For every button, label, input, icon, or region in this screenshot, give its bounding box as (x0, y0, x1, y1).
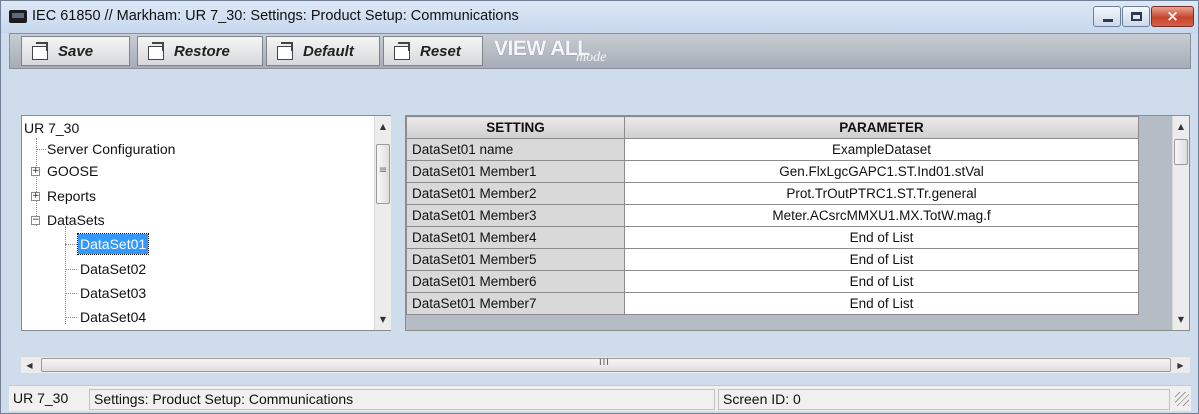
scroll-left-icon[interactable]: ◀ (21, 357, 38, 374)
restore-button[interactable]: Restore (137, 36, 263, 66)
status-device: UR 7_30 (13, 390, 69, 406)
reset-label: Reset (420, 42, 461, 60)
table-row: DataSet01 Member6 End of List (406, 270, 1139, 293)
restore-icon (146, 42, 166, 60)
column-header-parameter[interactable]: PARAMETER (624, 116, 1139, 139)
title-bar[interactable]: IEC 61850 // Markham: UR 7_30: Settings:… (1, 1, 1198, 33)
tree-vertical-scrollbar[interactable]: ▲ ≡ ▼ (374, 116, 391, 330)
scroll-thumb[interactable] (1174, 139, 1188, 165)
save-button[interactable]: Save (21, 36, 130, 66)
expand-icon[interactable]: + (31, 192, 40, 201)
tree-item-dataset04[interactable]: DataSet04 (80, 307, 146, 327)
reset-button[interactable]: Reset (383, 36, 483, 66)
setting-cell: DataSet01 Member3 (406, 204, 625, 227)
thumb-grip-icon: ≡ (378, 165, 388, 176)
settings-table: SETTING PARAMETER DataSet01 name Example… (406, 116, 1139, 315)
default-button[interactable]: Default (266, 36, 380, 66)
table-row: DataSet01 Member5 End of List (406, 248, 1139, 271)
view-all-mode-suffix: mode (576, 50, 607, 65)
tree-item-datasets[interactable]: DataSets (47, 210, 105, 230)
close-button[interactable]: × (1151, 6, 1194, 27)
table-row: DataSet01 Member1 Gen.FlxLgcGAPC1.ST.Ind… (406, 160, 1139, 183)
default-label: Default (303, 42, 354, 60)
tree-item-goose[interactable]: GOOSE (47, 161, 98, 181)
table-row: DataSet01 Member2 Prot.TrOutPTRC1.ST.Tr.… (406, 182, 1139, 205)
scroll-thumb[interactable]: ≡ (376, 144, 390, 204)
parameter-cell[interactable]: Gen.FlxLgcGAPC1.ST.Ind01.stVal (624, 160, 1139, 183)
resize-grip-icon[interactable] (1175, 392, 1189, 406)
tree-item-server-configuration[interactable]: Server Configuration (47, 139, 175, 159)
default-icon (275, 42, 295, 60)
parameter-cell[interactable]: End of List (624, 248, 1139, 271)
parameter-cell[interactable]: End of List (624, 270, 1139, 293)
scroll-up-icon[interactable]: ▲ (375, 118, 391, 135)
status-bar: UR 7_30 Settings: Product Setup: Communi… (9, 385, 1191, 411)
minimize-button[interactable] (1093, 6, 1121, 27)
parameter-cell[interactable]: ExampleDataset (624, 138, 1139, 161)
table-row: DataSet01 Member7 End of List (406, 292, 1139, 315)
scroll-up-icon[interactable]: ▲ (1173, 118, 1189, 135)
save-icon (30, 42, 50, 60)
column-header-setting[interactable]: SETTING (406, 116, 625, 139)
thumb-grip-icon: III (599, 358, 610, 368)
toolbar: Save Restore Default Reset VIEW ALL mode (9, 33, 1191, 69)
grid-vertical-scrollbar[interactable]: ▲ ▼ (1172, 116, 1189, 330)
setting-cell: DataSet01 Member2 (406, 182, 625, 205)
app-icon (9, 10, 27, 23)
tree-item-reports[interactable]: Reports (47, 186, 96, 206)
scroll-down-icon[interactable]: ▼ (375, 311, 391, 328)
parameter-cell[interactable]: End of List (624, 226, 1139, 249)
status-screen-id: Screen ID: 0 (718, 389, 1170, 410)
tree-root[interactable]: UR 7_30 (24, 118, 79, 138)
setting-cell: DataSet01 Member5 (406, 248, 625, 271)
scroll-down-icon[interactable]: ▼ (1173, 311, 1189, 328)
tree-item-dataset01[interactable]: DataSet01 (76, 233, 150, 255)
tree-item-dataset02[interactable]: DataSet02 (80, 259, 146, 279)
window-title: IEC 61850 // Markham: UR 7_30: Settings:… (32, 8, 519, 24)
table-row: DataSet01 name ExampleDataset (406, 138, 1139, 161)
restore-label: Restore (174, 42, 230, 60)
settings-tree[interactable]: UR 7_30 Server Configuration + GOOSE + R… (21, 115, 391, 331)
setting-cell: DataSet01 name (406, 138, 625, 161)
close-icon: × (1166, 7, 1179, 25)
reset-icon (392, 42, 412, 60)
table-row: DataSet01 Member4 End of List (406, 226, 1139, 249)
setting-cell: DataSet01 Member6 (406, 270, 625, 293)
setting-cell: DataSet01 Member7 (406, 292, 625, 315)
maximize-button[interactable] (1122, 6, 1150, 27)
parameter-cell[interactable]: Meter.ACsrcMMXU1.MX.TotW.mag.f (624, 204, 1139, 227)
setting-cell: DataSet01 Member4 (406, 226, 625, 249)
setting-cell: DataSet01 Member1 (406, 160, 625, 183)
minimize-icon (1103, 19, 1113, 22)
expand-icon[interactable]: + (31, 167, 40, 176)
status-path: Settings: Product Setup: Communications (89, 389, 715, 410)
horizontal-scrollbar[interactable]: ◀ III ▶ (21, 356, 1190, 373)
app-window: IEC 61850 // Markham: UR 7_30: Settings:… (0, 0, 1199, 414)
parameter-cell[interactable]: End of List (624, 292, 1139, 315)
settings-grid: SETTING PARAMETER DataSet01 name Example… (405, 115, 1190, 331)
scroll-right-icon[interactable]: ▶ (1172, 357, 1189, 374)
save-label: Save (58, 42, 94, 60)
maximize-icon (1131, 12, 1142, 21)
collapse-icon[interactable]: − (31, 216, 40, 225)
tree-item-dataset03[interactable]: DataSet03 (80, 283, 146, 303)
table-row: DataSet01 Member3 Meter.ACsrcMMXU1.MX.To… (406, 204, 1139, 227)
parameter-cell[interactable]: Prot.TrOutPTRC1.ST.Tr.general (624, 182, 1139, 205)
